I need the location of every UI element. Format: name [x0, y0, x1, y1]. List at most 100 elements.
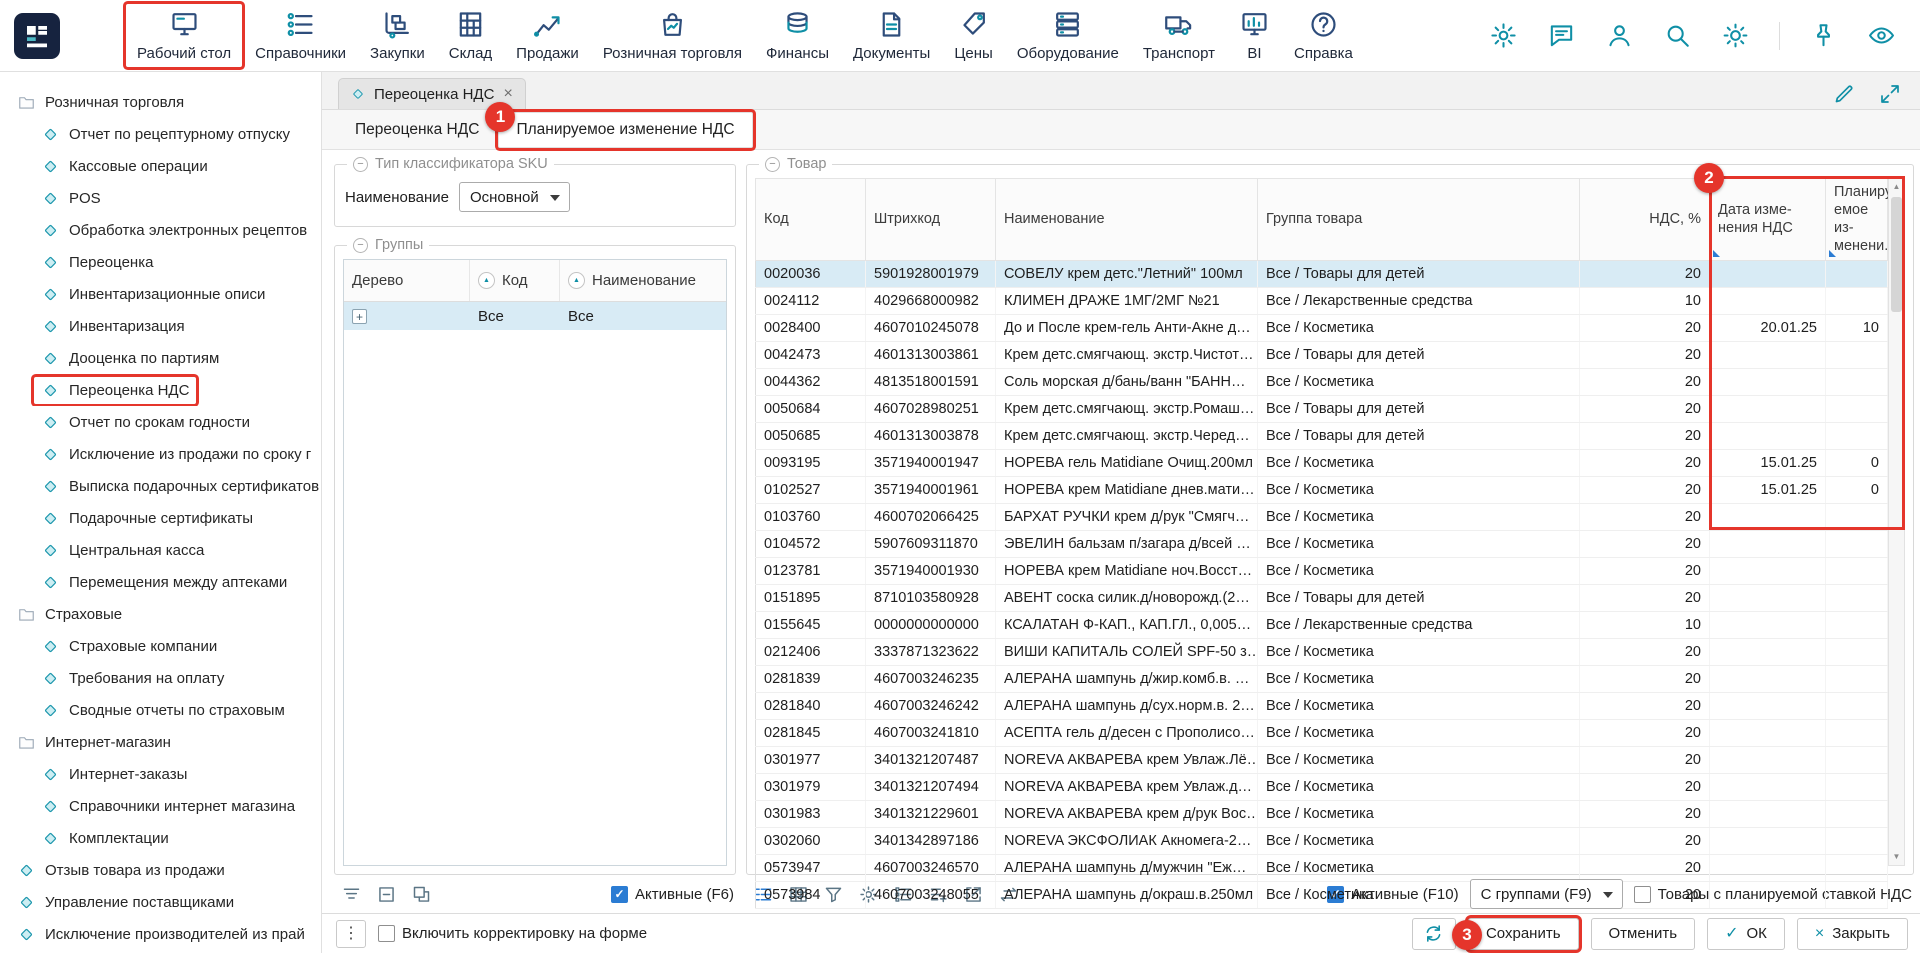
column-header-group[interactable]: Группа товара: [1258, 179, 1580, 261]
scroll-down-icon[interactable]: ▼: [1889, 853, 1904, 861]
collapse-icon[interactable]: −: [353, 238, 368, 253]
sidebar-item[interactable]: Отчет по рецептурному отпуску: [0, 118, 321, 150]
sidebar-item[interactable]: Требования на оплату: [0, 662, 321, 694]
sidebar-item[interactable]: Обработка электронных рецептов: [0, 214, 321, 246]
app-logo[interactable]: [14, 13, 60, 59]
product-row[interactable]: 0102527 3571940001961 НОРЕВА крем Matidi…: [756, 476, 1888, 503]
sidebar-item[interactable]: Страховые компании: [0, 630, 321, 662]
nav-purchases[interactable]: Закупки: [359, 4, 436, 67]
sidebar-item[interactable]: Переоценка: [0, 246, 321, 278]
product-row[interactable]: 0155645 0000000000000 КСАЛАТАН Ф-КАП., К…: [756, 611, 1888, 638]
product-row[interactable]: 0024112 4029668000982 КЛИМЕН ДРАЖЕ 1МГ/2…: [756, 287, 1888, 314]
product-row[interactable]: 0573984 4607003248055 АЛЕРАНА шампунь д/…: [756, 881, 1888, 908]
product-row[interactable]: 0301979 3401321207494 NOREVA АКВАРЕВА кр…: [756, 773, 1888, 800]
edit-icon[interactable]: [1832, 82, 1856, 106]
settings-icon[interactable]: [1489, 21, 1518, 50]
product-row[interactable]: 0281845 4607003241810 АСЕПТА гель д/десе…: [756, 719, 1888, 746]
eye-icon[interactable]: [1867, 21, 1896, 50]
sidebar-item[interactable]: Розничная торговля: [0, 86, 321, 118]
product-row[interactable]: 0103760 4600702066425 БАРХАТ РУЧКИ крем …: [756, 503, 1888, 530]
classifier-select[interactable]: Основной: [459, 182, 570, 212]
expand-icon[interactable]: [1878, 82, 1902, 106]
sidebar-item[interactable]: Страховые: [0, 598, 321, 630]
messages-icon[interactable]: [1547, 21, 1576, 50]
product-row[interactable]: 0020036 5901928001979 СОВЕЛУ крем детс."…: [756, 260, 1888, 287]
sidebar-item[interactable]: Отзыв товара из продажи: [0, 854, 321, 886]
column-header-vat[interactable]: НДС, %: [1580, 179, 1710, 261]
active-f6-checkbox[interactable]: ✓ Активные (F6): [611, 886, 734, 903]
brightness-icon[interactable]: [1721, 21, 1750, 50]
save-button[interactable]: Сохранить 3: [1468, 918, 1579, 950]
scroll-up-icon[interactable]: ▲: [1889, 183, 1904, 191]
product-row[interactable]: 0044362 4813518001591 Соль морская д/бан…: [756, 368, 1888, 395]
sidebar-item[interactable]: Дооценка по партиям: [0, 342, 321, 374]
collapse-all-icon[interactable]: [371, 879, 401, 909]
nav-documents[interactable]: Документы: [842, 4, 941, 67]
vertical-scrollbar[interactable]: ▲ ▼: [1888, 178, 1905, 866]
sidebar-item[interactable]: Кассовые операции: [0, 150, 321, 182]
sidebar-item[interactable]: Исключение из продажи по сроку г: [0, 438, 321, 470]
product-row[interactable]: 0301977 3401321207487 NOREVA АКВАРЕВА кр…: [756, 746, 1888, 773]
column-header-planned-change[interactable]: Планиру- емое из- менени..: [1826, 179, 1888, 261]
form-adjustment-checkbox[interactable]: Включить корректировку на форме: [378, 925, 647, 942]
nav-sales[interactable]: Продажи: [505, 4, 590, 67]
cascade-icon[interactable]: [406, 879, 436, 909]
product-row[interactable]: 0042473 4601313003861 Крем детс.смягчающ…: [756, 341, 1888, 368]
collapse-icon[interactable]: −: [765, 157, 780, 172]
product-row[interactable]: 0212406 3337871323622 ВИШИ КАПИТАЛЬ СОЛЕ…: [756, 638, 1888, 665]
close-button[interactable]: × Закрыть: [1797, 918, 1908, 950]
column-header-vat-change-date[interactable]: Дата изме- нения НДС: [1710, 179, 1826, 261]
nav-finance[interactable]: Финансы: [755, 4, 840, 67]
sidebar-item[interactable]: Переоценка НДС: [0, 374, 321, 406]
sidebar-item[interactable]: Подарочные сертификаты: [0, 502, 321, 534]
sidebar-item[interactable]: Центральная касса: [0, 534, 321, 566]
column-header-name[interactable]: ▲ Наименование: [560, 260, 726, 301]
sidebar-item[interactable]: Исключение производителей из прай: [0, 918, 321, 950]
scrollbar-thumb[interactable]: [1891, 197, 1902, 312]
nav-desktop[interactable]: Рабочий стол: [126, 4, 242, 67]
product-row[interactable]: 0050684 4607028980251 Крем детс.смягчающ…: [756, 395, 1888, 422]
nav-directories[interactable]: Справочники: [244, 4, 357, 67]
product-row[interactable]: 0104572 5907609311870 ЭВЕЛИН бальзам п/з…: [756, 530, 1888, 557]
sidebar-item[interactable]: Комплектации: [0, 822, 321, 854]
sort-icon[interactable]: ▲: [568, 272, 585, 289]
column-header-code[interactable]: ▲ Код: [470, 260, 560, 301]
nav-equipment[interactable]: Оборудование: [1006, 4, 1130, 67]
close-icon[interactable]: ×: [502, 86, 513, 102]
nav-help[interactable]: Справка: [1283, 4, 1364, 67]
product-row[interactable]: 0093195 3571940001947 НОРЕВА гель Matidi…: [756, 449, 1888, 476]
user-icon[interactable]: [1605, 21, 1634, 50]
sidebar-item[interactable]: Отчет по срокам годности: [0, 406, 321, 438]
product-row[interactable]: 0281839 4607003246235 АЛЕРАНА шампунь д/…: [756, 665, 1888, 692]
pin-icon[interactable]: [1809, 21, 1838, 50]
expand-node-icon[interactable]: +: [352, 309, 367, 324]
filter-list-icon[interactable]: [336, 879, 366, 909]
tab-revaluation-nds[interactable]: Переоценка НДС: [338, 113, 496, 147]
search-icon[interactable]: [1663, 21, 1692, 50]
tab-planned-nds-change[interactable]: Планируемое изменение НДС 1: [498, 112, 752, 148]
group-row[interactable]: + Все Все: [344, 302, 726, 330]
sidebar-item[interactable]: Управление поставщиками: [0, 886, 321, 918]
product-row[interactable]: 0151895 8710103580928 АВЕНТ соска силик.…: [756, 584, 1888, 611]
sidebar-item[interactable]: Выписка подарочных сертификатов: [0, 470, 321, 502]
product-row[interactable]: 0123781 3571940001930 НОРЕВА крем Matidi…: [756, 557, 1888, 584]
more-button[interactable]: ⋮: [336, 920, 366, 948]
sidebar-item[interactable]: Инвентаризация: [0, 310, 321, 342]
sidebar-item[interactable]: Инвентаризационные описи: [0, 278, 321, 310]
product-row[interactable]: 0281840 4607003246242 АЛЕРАНА шампунь д/…: [756, 692, 1888, 719]
sidebar-item[interactable]: Интернет-магазин: [0, 726, 321, 758]
groups-mode-select[interactable]: С группами (F9): [1470, 879, 1623, 909]
product-row[interactable]: 0573947 4607003246570 АЛЕРАНА шампунь д/…: [756, 854, 1888, 881]
column-header-name[interactable]: Наименование: [996, 179, 1258, 261]
sidebar-item[interactable]: Сводные отчеты по страховым: [0, 694, 321, 726]
column-header-barcode[interactable]: Штрихкод: [866, 179, 996, 261]
nav-transport[interactable]: Транспорт: [1132, 4, 1226, 67]
product-row[interactable]: 0050685 4601313003878 Крем детс.смягчающ…: [756, 422, 1888, 449]
ok-button[interactable]: ✓ ОК: [1707, 918, 1785, 950]
sort-icon[interactable]: ▲: [478, 272, 495, 289]
column-header-code[interactable]: Код: [756, 179, 866, 261]
sidebar-item[interactable]: Интернет-заказы: [0, 758, 321, 790]
refresh-button[interactable]: [1412, 918, 1456, 950]
sidebar-item[interactable]: POS: [0, 182, 321, 214]
nav-retail[interactable]: Розничная торговля: [592, 4, 753, 67]
